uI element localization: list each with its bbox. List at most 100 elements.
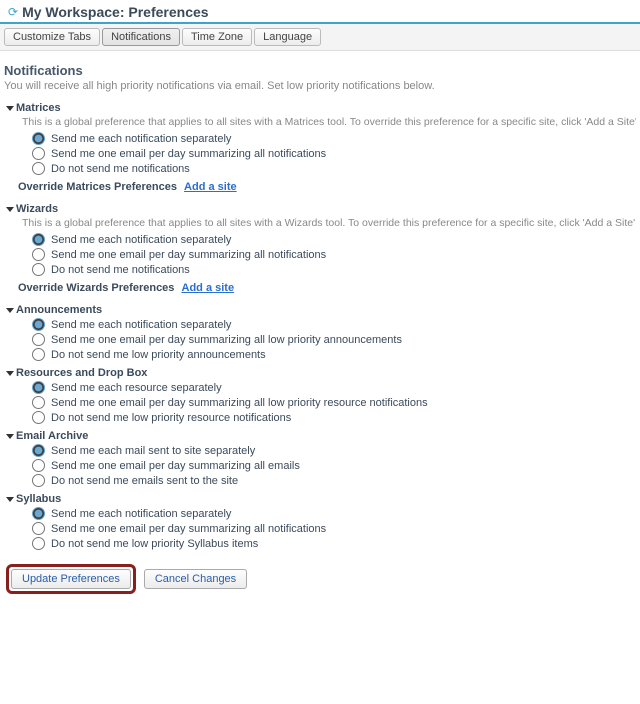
option-row[interactable]: Do not send me low priority announcement…	[32, 348, 636, 361]
options-resources: Send me each resource separately Send me…	[32, 381, 636, 424]
section-title-label: Announcements	[16, 304, 102, 316]
section-wizards: Wizards This is a global preference that…	[4, 203, 636, 294]
option-row[interactable]: Do not send me low priority Syllabus ite…	[32, 537, 636, 550]
radio[interactable]	[32, 444, 45, 457]
section-desc-wizards: This is a global preference that applies…	[22, 217, 636, 229]
option-label: Send me each mail sent to site separatel…	[51, 445, 255, 457]
radio[interactable]	[32, 459, 45, 472]
caret-down-icon	[6, 308, 14, 313]
radio[interactable]	[32, 147, 45, 160]
caret-down-icon	[6, 497, 14, 502]
radio[interactable]	[32, 507, 45, 520]
option-row[interactable]: Send me one email per day summarizing al…	[32, 248, 636, 261]
section-desc-matrices: This is a global preference that applies…	[22, 116, 636, 128]
option-label: Send me each resource separately	[51, 382, 222, 394]
option-label: Do not send me low priority resource not…	[51, 412, 291, 424]
option-row[interactable]: Do not send me notifications	[32, 162, 636, 175]
section-title-label: Syllabus	[16, 493, 61, 505]
radio[interactable]	[32, 474, 45, 487]
section-title-resources[interactable]: Resources and Drop Box	[6, 367, 636, 379]
option-label: Do not send me low priority Syllabus ite…	[51, 538, 258, 550]
section-title-wizards[interactable]: Wizards	[6, 203, 636, 215]
section-title-announcements[interactable]: Announcements	[6, 304, 636, 316]
radio[interactable]	[32, 318, 45, 331]
radio[interactable]	[32, 348, 45, 361]
highlight-ring: Update Preferences	[6, 564, 136, 594]
tab-time-zone[interactable]: Time Zone	[182, 28, 252, 46]
option-label: Send me one email per day summarizing al…	[51, 249, 326, 261]
actions-bar: Update Preferences Cancel Changes	[6, 564, 636, 594]
options-matrices: Send me each notification separately Sen…	[32, 132, 636, 175]
radio[interactable]	[32, 411, 45, 424]
section-resources: Resources and Drop Box Send me each reso…	[4, 367, 636, 424]
option-row[interactable]: Send me each notification separately	[32, 318, 636, 331]
tab-notifications[interactable]: Notifications	[102, 28, 180, 46]
option-label: Send me one email per day summarizing al…	[51, 148, 326, 160]
tabs-bar: Customize Tabs Notifications Time Zone L…	[0, 24, 640, 51]
update-preferences-button[interactable]: Update Preferences	[11, 569, 131, 589]
options-announcements: Send me each notification separately Sen…	[32, 318, 636, 361]
section-announcements: Announcements Send me each notification …	[4, 304, 636, 361]
tab-language[interactable]: Language	[254, 28, 321, 46]
radio[interactable]	[32, 381, 45, 394]
radio[interactable]	[32, 537, 45, 550]
option-label: Send me each notification separately	[51, 234, 231, 246]
header: ⟳ My Workspace: Preferences	[0, 0, 640, 24]
refresh-icon[interactable]: ⟳	[8, 5, 18, 19]
option-label: Do not send me emails sent to the site	[51, 475, 238, 487]
caret-down-icon	[6, 434, 14, 439]
option-label: Send me one email per day summarizing al…	[51, 334, 402, 346]
caret-down-icon	[6, 106, 14, 111]
caret-down-icon	[6, 207, 14, 212]
section-desc: You will receive all high priority notif…	[4, 80, 636, 92]
radio[interactable]	[32, 132, 45, 145]
tab-customize-tabs[interactable]: Customize Tabs	[4, 28, 100, 46]
option-label: Send me each notification separately	[51, 508, 231, 520]
section-title-label: Email Archive	[16, 430, 88, 442]
options-email: Send me each mail sent to site separatel…	[32, 444, 636, 487]
option-label: Send me one email per day summarizing al…	[51, 397, 428, 409]
content: Notifications You will receive all high …	[0, 51, 640, 604]
add-site-link[interactable]: Add a site	[182, 282, 235, 294]
section-title-syllabus[interactable]: Syllabus	[6, 493, 636, 505]
option-row[interactable]: Send me each notification separately	[32, 233, 636, 246]
radio[interactable]	[32, 248, 45, 261]
radio[interactable]	[32, 522, 45, 535]
section-email: Email Archive Send me each mail sent to …	[4, 430, 636, 487]
section-syllabus: Syllabus Send me each notification separ…	[4, 493, 636, 550]
option-label: Do not send me notifications	[51, 163, 190, 175]
option-row[interactable]: Send me one email per day summarizing al…	[32, 333, 636, 346]
radio[interactable]	[32, 396, 45, 409]
section-title-email[interactable]: Email Archive	[6, 430, 636, 442]
option-row[interactable]: Send me one email per day summarizing al…	[32, 522, 636, 535]
option-label: Send me each notification separately	[51, 133, 231, 145]
section-title-matrices[interactable]: Matrices	[6, 102, 636, 114]
option-row[interactable]: Send me each resource separately	[32, 381, 636, 394]
page-title: My Workspace: Preferences	[22, 4, 209, 20]
option-row[interactable]: Send me each mail sent to site separatel…	[32, 444, 636, 457]
option-row[interactable]: Send me one email per day summarizing al…	[32, 147, 636, 160]
override-label: Override Matrices Preferences	[18, 181, 177, 193]
section-title-label: Matrices	[16, 102, 61, 114]
radio[interactable]	[32, 333, 45, 346]
option-row[interactable]: Do not send me notifications	[32, 263, 636, 276]
override-matrices: Override Matrices Preferences Add a site	[18, 181, 636, 193]
add-site-link[interactable]: Add a site	[184, 181, 237, 193]
override-wizards: Override Wizards Preferences Add a site	[18, 282, 636, 294]
options-wizards: Send me each notification separately Sen…	[32, 233, 636, 276]
option-row[interactable]: Send me one email per day summarizing al…	[32, 396, 636, 409]
option-label: Send me each notification separately	[51, 319, 231, 331]
option-row[interactable]: Do not send me low priority resource not…	[32, 411, 636, 424]
section-heading: Notifications	[4, 63, 636, 78]
option-row[interactable]: Send me each notification separately	[32, 132, 636, 145]
radio[interactable]	[32, 233, 45, 246]
radio[interactable]	[32, 263, 45, 276]
option-row[interactable]: Do not send me emails sent to the site	[32, 474, 636, 487]
radio[interactable]	[32, 162, 45, 175]
section-title-label: Wizards	[16, 203, 58, 215]
option-row[interactable]: Send me one email per day summarizing al…	[32, 459, 636, 472]
option-row[interactable]: Send me each notification separately	[32, 507, 636, 520]
option-label: Send me one email per day summarizing al…	[51, 523, 326, 535]
override-label: Override Wizards Preferences	[18, 282, 174, 294]
cancel-changes-button[interactable]: Cancel Changes	[144, 569, 247, 589]
